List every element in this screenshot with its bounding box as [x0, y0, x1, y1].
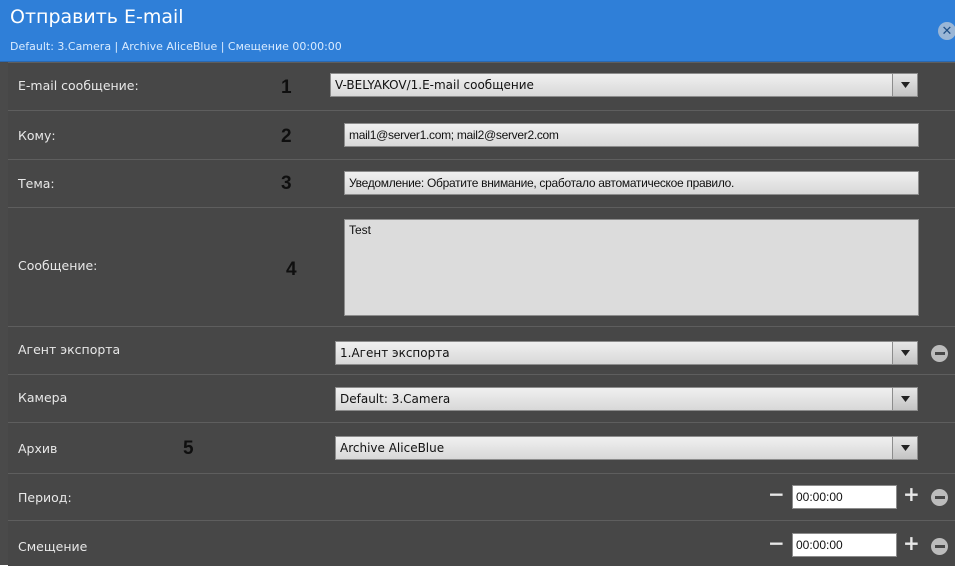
offset-label: Смещение	[18, 539, 88, 554]
camera-dropdown-button[interactable]	[892, 387, 918, 411]
export-agent-label: Агент экспорта	[18, 342, 121, 357]
offset-time-input[interactable]: 00:00:00	[792, 533, 897, 557]
annotation-number-5: 5	[183, 438, 194, 459]
to-input[interactable]: mail1@server1.com; mail2@server2.com	[344, 123, 919, 147]
row-camera: Камера Default: 3.Camera	[8, 374, 955, 422]
row-email-message: E-mail сообщение: 1 V-BELYAKOV/1.E-mail …	[8, 62, 955, 110]
period-decrement-button[interactable]: −	[768, 484, 785, 504]
annotation-number-3: 3	[281, 173, 292, 194]
row-offset: Смещение − 00:00:00 +	[8, 520, 955, 566]
archive-select[interactable]: Archive AliceBlue	[335, 436, 893, 460]
close-icon[interactable]: ✕	[938, 22, 955, 40]
email-message-label: E-mail сообщение:	[18, 78, 139, 93]
export-agent-dropdown-button[interactable]	[892, 341, 918, 365]
send-email-dialog: Отправить E-mail Default: 3.Camera | Arc…	[0, 0, 955, 566]
annotation-number-1: 1	[281, 77, 292, 98]
message-textarea[interactable]: Test	[344, 219, 919, 316]
to-label: Кому:	[18, 128, 56, 143]
row-period: Период: − 00:00:00 +	[8, 473, 955, 520]
email-message-dropdown-button[interactable]	[892, 73, 918, 97]
row-message: Сообщение: 4 Test	[8, 207, 955, 326]
period-label: Период:	[18, 490, 72, 505]
chevron-down-icon	[900, 350, 910, 356]
subject-input[interactable]: Уведомление: Обратите внимание, сработал…	[344, 171, 919, 195]
offset-decrement-button[interactable]: −	[768, 533, 785, 553]
remove-export-agent-icon[interactable]	[931, 345, 948, 362]
email-message-select[interactable]: V-BELYAKOV/1.E-mail сообщение	[330, 73, 893, 97]
subject-label: Тема:	[18, 176, 55, 191]
archive-label: Архив	[18, 441, 58, 456]
row-export-agent: Агент экспорта 1.Агент экспорта	[8, 326, 955, 374]
chevron-down-icon	[900, 396, 910, 402]
row-archive: Архив 5 Archive AliceBlue	[8, 422, 955, 473]
camera-label: Камера	[18, 390, 68, 405]
offset-increment-button[interactable]: +	[903, 533, 920, 553]
annotation-number-2: 2	[281, 126, 292, 147]
dialog-header: Отправить E-mail Default: 3.Camera | Arc…	[0, 0, 955, 62]
dialog-subtitle: Default: 3.Camera | Archive AliceBlue | …	[10, 40, 342, 53]
row-subject: Тема: 3 Уведомление: Обратите внимание, …	[8, 159, 955, 207]
chevron-down-icon	[900, 445, 910, 451]
message-label: Сообщение:	[18, 258, 98, 273]
export-agent-select[interactable]: 1.Агент экспорта	[335, 341, 893, 365]
remove-offset-icon[interactable]	[931, 538, 948, 555]
camera-select[interactable]: Default: 3.Camera	[335, 387, 893, 411]
dialog-title: Отправить E-mail	[10, 6, 184, 28]
chevron-down-icon	[900, 82, 910, 88]
archive-dropdown-button[interactable]	[892, 436, 918, 460]
annotation-number-4: 4	[286, 259, 297, 280]
period-time-input[interactable]: 00:00:00	[792, 485, 897, 509]
period-increment-button[interactable]: +	[903, 484, 920, 504]
remove-period-icon[interactable]	[931, 489, 948, 506]
row-to: Кому: 2 mail1@server1.com; mail2@server2…	[8, 110, 955, 159]
